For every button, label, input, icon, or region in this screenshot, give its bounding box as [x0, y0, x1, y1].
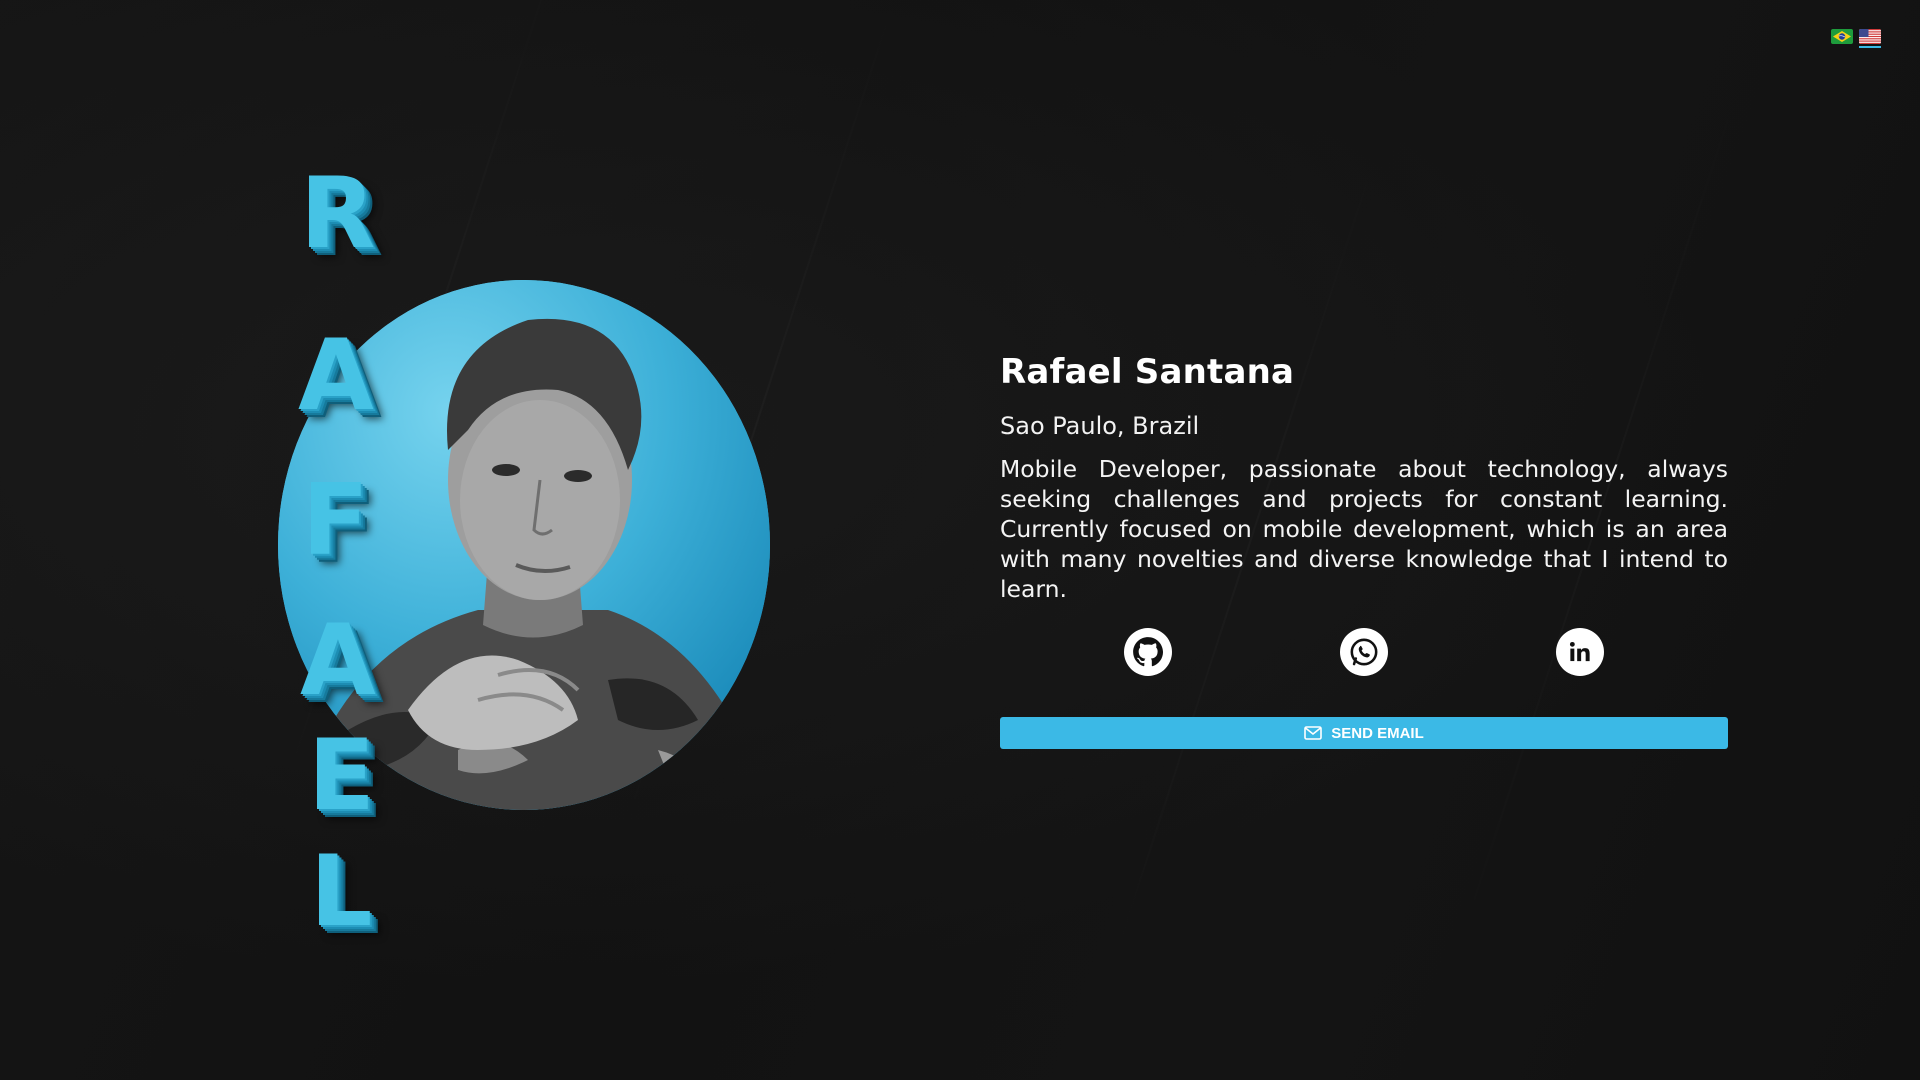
name-letter: A: [298, 319, 374, 433]
profile-name: Rafael Santana: [1000, 352, 1295, 392]
profile-bio: Mobile Developer, passionate about techn…: [1000, 455, 1728, 603]
github-link[interactable]: [1124, 628, 1172, 676]
social-links: [1000, 628, 1728, 676]
usa-flag-icon[interactable]: [1859, 29, 1881, 44]
name-letter: F: [302, 464, 369, 578]
linkedin-icon: [1569, 641, 1590, 662]
profile-info: Rafael Santana Sao Paulo, Brazil Mobile …: [1000, 352, 1728, 749]
send-email-label: SEND EMAIL: [1331, 724, 1424, 742]
name-letter: L: [310, 835, 373, 949]
brazil-flag-icon[interactable]: [1831, 29, 1853, 44]
language-switch: [1831, 29, 1881, 48]
github-icon: [1133, 637, 1164, 667]
whatsapp-link[interactable]: [1340, 628, 1388, 676]
whatsapp-icon: [1350, 638, 1378, 666]
linkedin-link[interactable]: [1556, 628, 1604, 676]
page: R A F A E L Rafael Santana Sao Paulo, Br…: [0, 0, 1920, 1080]
send-email-button[interactable]: SEND EMAIL: [1000, 717, 1728, 749]
language-option-pt-br[interactable]: [1831, 29, 1853, 48]
name-letter: R: [300, 157, 376, 271]
mail-icon: [1304, 726, 1323, 740]
language-option-en-us[interactable]: [1859, 29, 1881, 48]
profile-location: Sao Paulo, Brazil: [1000, 412, 1200, 440]
name-letter: A: [300, 604, 376, 718]
name-letter: E: [308, 719, 375, 833]
vertical-name-logo: R A F A E L: [298, 157, 390, 955]
